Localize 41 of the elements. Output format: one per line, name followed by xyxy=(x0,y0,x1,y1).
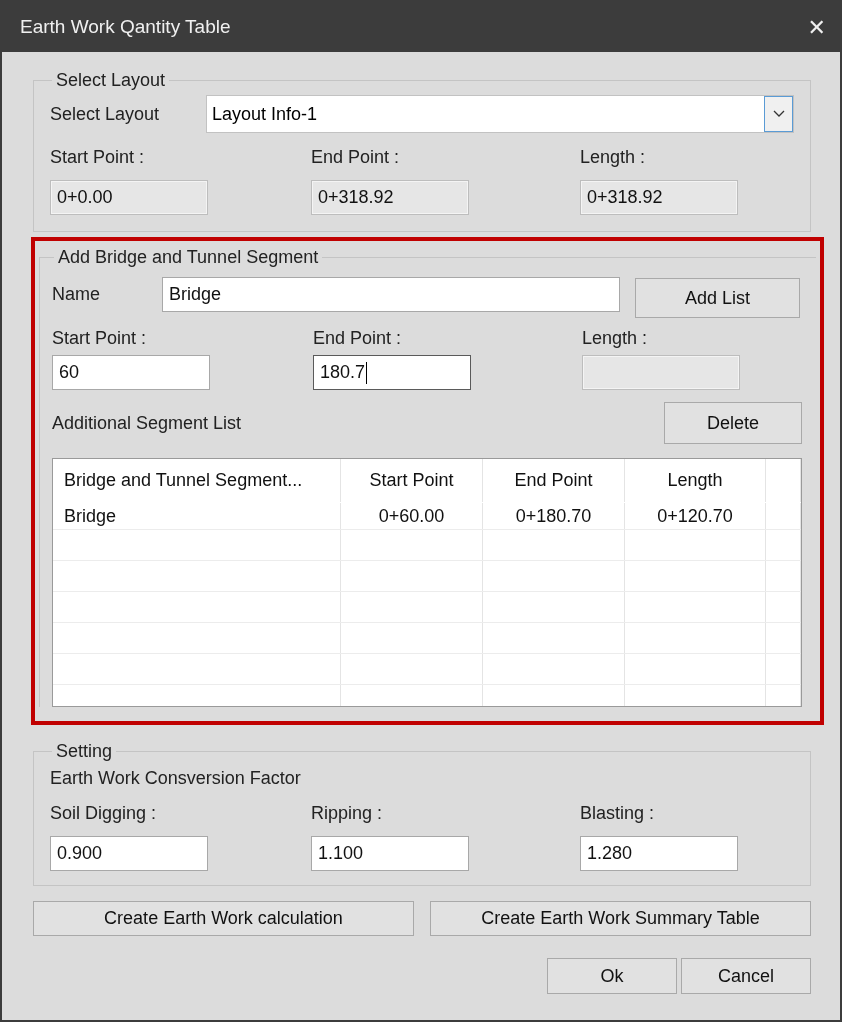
dialog-button[interactable]: Ok xyxy=(547,958,677,994)
field-label: Blasting : xyxy=(580,803,656,824)
dialog-button[interactable]: Cancel xyxy=(681,958,811,994)
close-button[interactable]: ✕ xyxy=(803,14,830,40)
field-label: Ripping : xyxy=(311,803,384,824)
action-button[interactable]: Create Earth Work Summary Table xyxy=(430,901,811,936)
group-title: Select Layout xyxy=(55,70,167,91)
name-input[interactable]: Bridge xyxy=(162,276,620,312)
window-title: Earth Work Qantity Table xyxy=(20,16,231,38)
layout-dropdown[interactable]: Layout Info-1 xyxy=(206,95,794,133)
group-title: Setting xyxy=(55,741,114,762)
table-cell: 0+60.00 xyxy=(341,503,483,529)
input-field[interactable]: 0.900 xyxy=(50,836,208,871)
chevron-down-icon xyxy=(772,110,785,118)
column-header[interactable]: Start Point xyxy=(341,459,483,502)
dropdown-button[interactable] xyxy=(764,96,793,132)
field-label: Start Point : xyxy=(52,328,148,349)
field-label: End Point : xyxy=(311,147,401,168)
column-header[interactable]: Length xyxy=(625,459,766,502)
input-field[interactable]: 60 xyxy=(52,355,210,390)
column-header[interactable]: End Point xyxy=(483,459,625,502)
group-title: Add Bridge and Tunnel Segment xyxy=(57,247,320,268)
field-label: Length : xyxy=(580,147,647,168)
add-list-button[interactable]: Add List xyxy=(635,278,800,318)
field-label: Soil Digging : xyxy=(50,803,158,824)
table-cell: 0+180.70 xyxy=(483,503,625,529)
subtitle: Earth Work Consversion Factor xyxy=(50,768,302,789)
field-label: Name xyxy=(52,283,101,305)
field-label: Start Point : xyxy=(50,147,146,168)
table-cell: Bridge xyxy=(53,503,341,529)
field-label: End Point : xyxy=(313,328,403,349)
delete-button[interactable]: Delete xyxy=(664,402,802,444)
field-label: Select Layout xyxy=(50,103,161,125)
column-header[interactable]: Bridge and Tunnel Segment... xyxy=(53,459,341,502)
list-label: Additional Segment List xyxy=(52,412,242,434)
input-field[interactable]: 180.7 xyxy=(313,355,471,390)
input-field[interactable]: 1.100 xyxy=(311,836,469,871)
action-button[interactable]: Create Earth Work calculation xyxy=(33,901,414,936)
input-field[interactable]: 1.280 xyxy=(580,836,738,871)
table-cell: 0+120.70 xyxy=(625,503,766,529)
field-label: Length : xyxy=(582,328,649,349)
